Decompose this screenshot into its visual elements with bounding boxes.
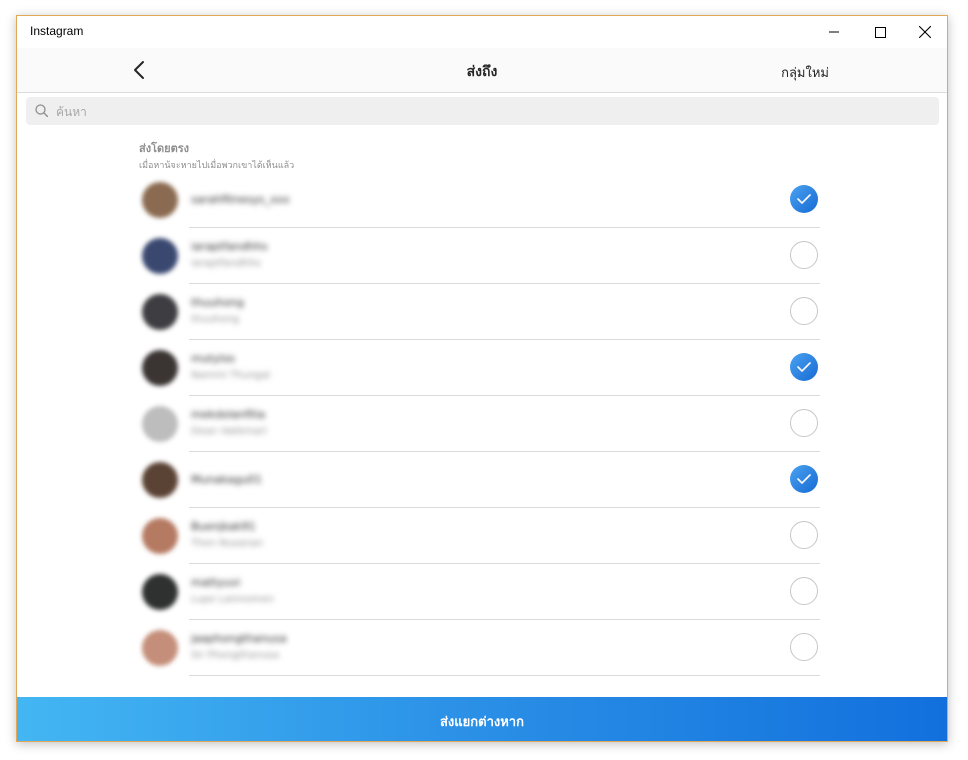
contact-fullname: Lupe Lainnomen: [191, 594, 274, 605]
contact-row[interactable]: mutylos Nammi Thungai: [139, 340, 820, 396]
contact-row[interactable]: mekdolanfilia Dean Vakkmari: [139, 396, 820, 452]
new-group-button[interactable]: กลุ่มใหม่: [781, 62, 829, 83]
avatar: [142, 462, 178, 498]
contact-row[interactable]: Buenjkak91 Then Nusanan: [139, 508, 820, 564]
contact-username: Buenjkak91: [191, 520, 256, 533]
contact-username: jaaphongthanusa: [191, 632, 287, 645]
contact-username: sarahfitnesys_xxx: [191, 193, 290, 206]
avatar: [142, 406, 178, 442]
select-checkbox[interactable]: [790, 297, 818, 325]
header-bar: ส่งถึง กลุ่มใหม่: [17, 48, 947, 93]
avatar: [142, 182, 178, 218]
contact-username: mekdolanfilia: [191, 408, 266, 421]
close-icon: [919, 26, 931, 38]
contact-username: mattyuvi: [191, 576, 241, 589]
row-divider: [189, 675, 820, 676]
contact-fullname: Nammi Thungai: [191, 370, 271, 381]
avatar: [142, 350, 178, 386]
select-checkbox[interactable]: [790, 185, 818, 213]
avatar: [142, 238, 178, 274]
close-button[interactable]: [902, 16, 947, 48]
contact-username: mutylos: [191, 352, 236, 365]
maximize-icon: [874, 26, 886, 38]
select-checkbox[interactable]: [790, 353, 818, 381]
app-title: Instagram: [30, 24, 84, 38]
contact-fullname: iaraptfandhhs: [191, 258, 261, 269]
minimize-icon: [829, 31, 839, 33]
search-input[interactable]: [54, 101, 918, 123]
contact-username: Munakagu01: [191, 473, 263, 486]
select-checkbox[interactable]: [790, 577, 818, 605]
contact-fullname: Then Nusanan: [191, 538, 264, 549]
checkmark-icon: [797, 362, 811, 372]
contact-row[interactable]: thuuhong thuuhong: [139, 284, 820, 340]
select-checkbox[interactable]: [790, 633, 818, 661]
contact-username: iaraptfandhhs: [191, 240, 268, 253]
back-button[interactable]: [125, 56, 153, 84]
contact-fullname: thuuhong: [191, 314, 240, 325]
contact-row[interactable]: sarahfitnesys_xxx: [139, 172, 820, 228]
contact-fullname: Dean Vakkmari: [191, 426, 268, 437]
avatar: [142, 518, 178, 554]
chevron-left-icon: [134, 61, 144, 79]
contact-fullname: Sir Phongthanusa: [191, 650, 279, 661]
select-checkbox[interactable]: [790, 521, 818, 549]
avatar: [142, 574, 178, 610]
send-separately-button[interactable]: ส่งแยกต่างหาก: [17, 697, 947, 741]
select-checkbox[interactable]: [790, 409, 818, 437]
section-subtitle: เมื่อหาน้จะหายไปเมื่อพวกเขาได้เห็นแล้ว: [139, 161, 295, 171]
contact-row[interactable]: iaraptfandhhs iaraptfandhhs: [139, 228, 820, 284]
maximize-button[interactable]: [857, 16, 903, 48]
contact-row[interactable]: jaaphongthanusa Sir Phongthanusa: [139, 620, 820, 676]
contact-row[interactable]: mattyuvi Lupe Lainnomen: [139, 564, 820, 620]
avatar: [142, 630, 178, 666]
section-title: ส่งโดยตรง: [139, 142, 190, 155]
select-checkbox[interactable]: [790, 241, 818, 269]
select-checkbox[interactable]: [790, 465, 818, 493]
send-separately-label: ส่งแยกต่างหาก: [440, 715, 524, 730]
contact-username: thuuhong: [191, 296, 244, 309]
search-bar: [26, 97, 939, 125]
minimize-button[interactable]: [811, 16, 857, 48]
title-bar: Instagram: [17, 16, 947, 48]
search-icon: [35, 104, 48, 117]
contact-row[interactable]: Munakagu01: [139, 452, 820, 508]
checkmark-icon: [797, 194, 811, 204]
checkmark-icon: [797, 474, 811, 484]
app-window: Instagram ส่งถึง กลุ่มใหม่ ส่งโดยตรง เมื…: [16, 15, 948, 742]
avatar: [142, 294, 178, 330]
